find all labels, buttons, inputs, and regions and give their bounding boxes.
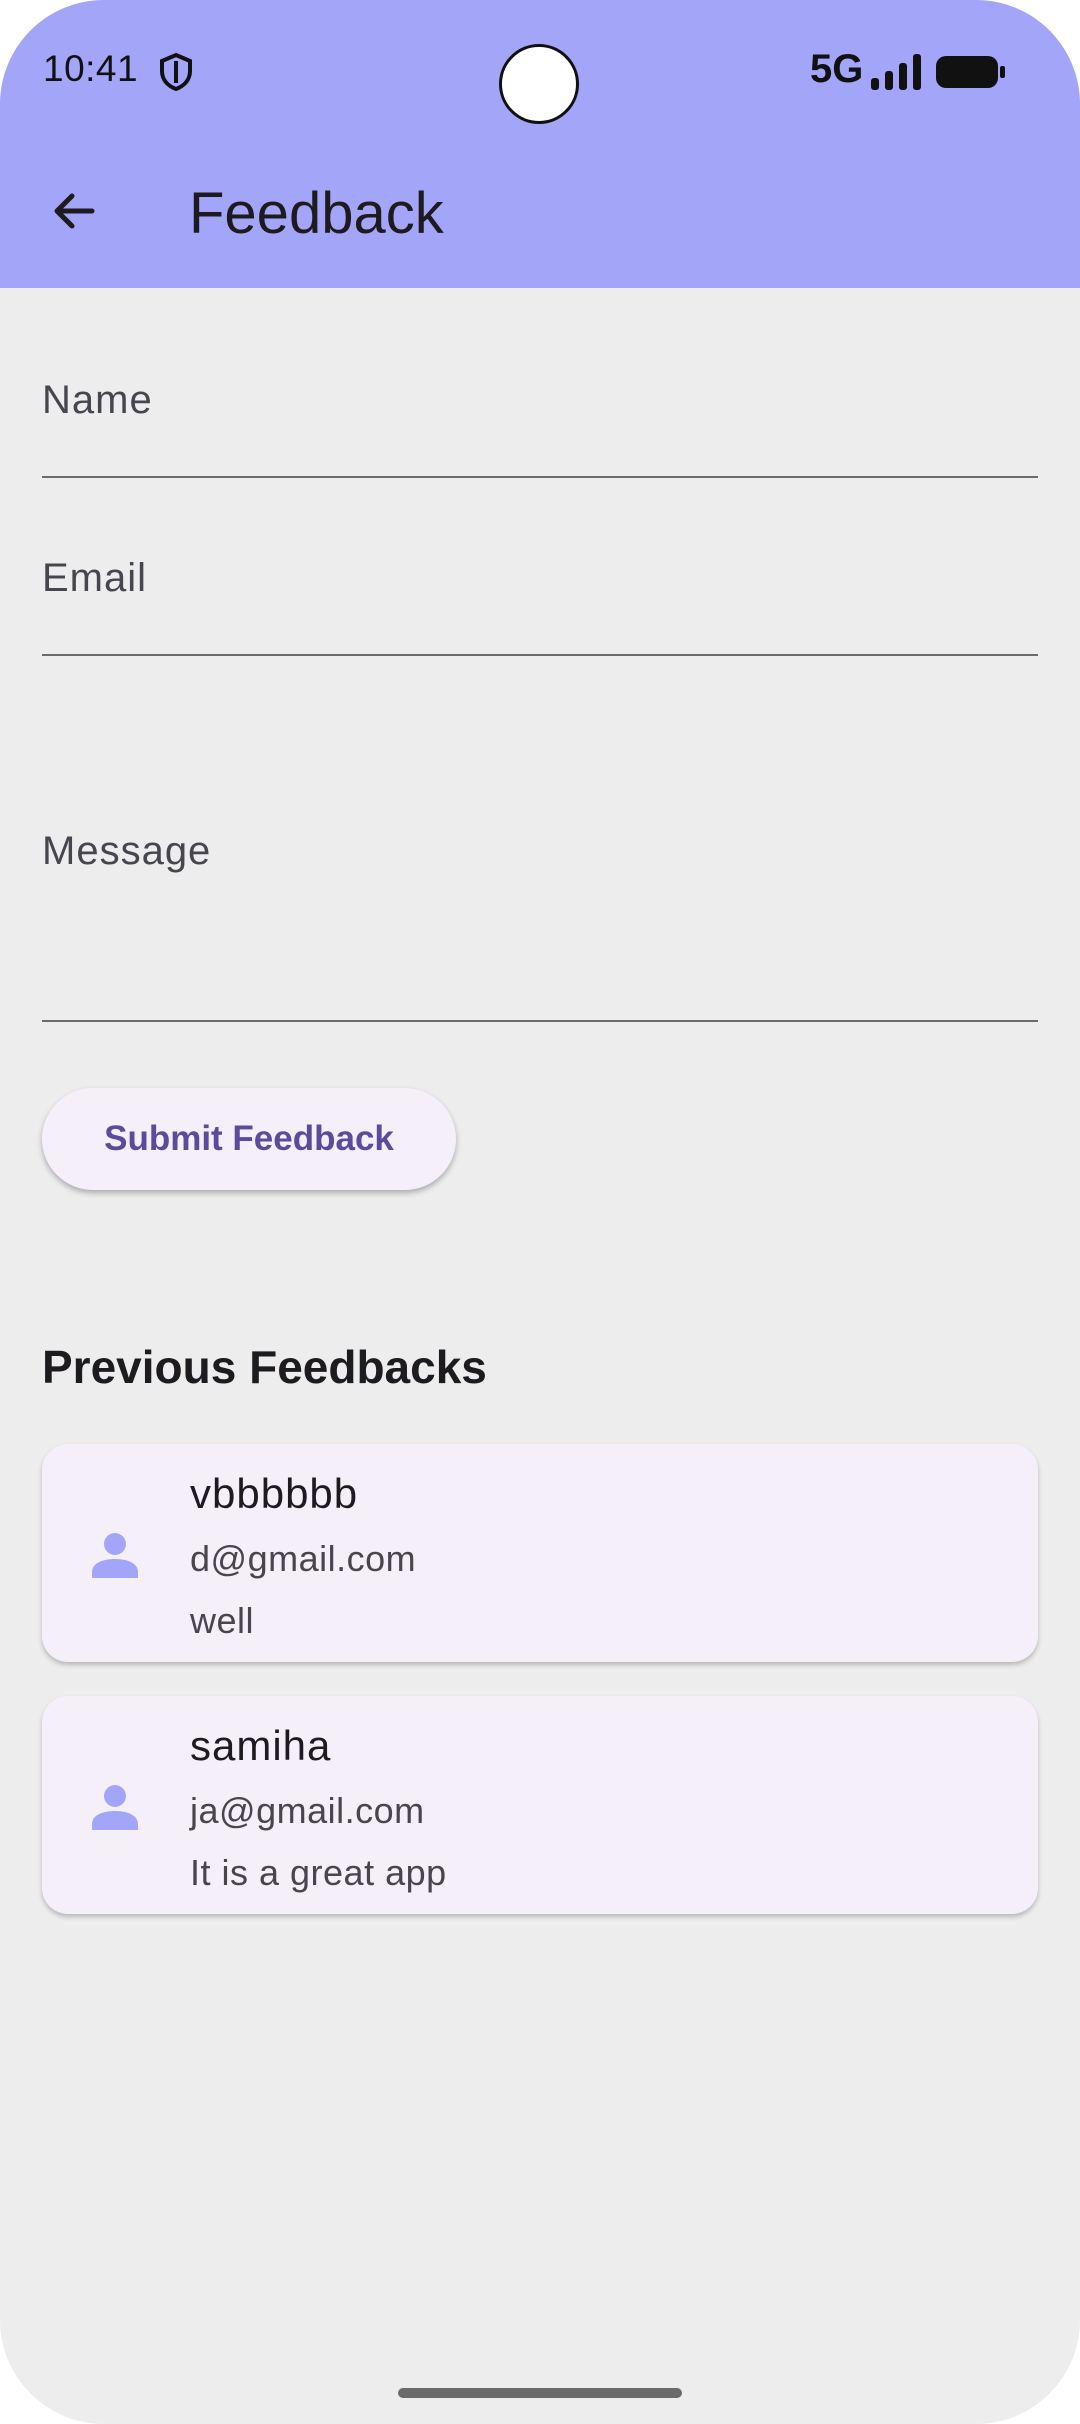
name-field-label: Name [42,378,153,422]
email-field[interactable]: Email [42,550,1038,656]
battery-icon [936,56,1005,88]
signal-icon [871,54,921,90]
feedback-name: vbbbbbb [190,1470,359,1517]
feedback-email: d@gmail.com [190,1538,417,1579]
phone-screen: 10:41 5G Feedback Name Email Message Sub… [0,0,1080,2424]
feedback-card: samiha ja@gmail.com It is a great app [42,1696,1038,1914]
name-field[interactable]: Name [42,372,1038,478]
feedback-card: vbbbbbb d@gmail.com well [42,1444,1038,1662]
feedback-message: well [190,1600,255,1641]
previous-feedbacks-heading: Previous Feedbacks [42,1341,487,1393]
arrow-back-icon[interactable] [44,181,104,241]
person-icon [92,1785,138,1830]
home-indicator[interactable] [398,2388,682,2398]
page-title: Feedback [189,181,444,246]
camera-cutout [499,44,579,124]
status-bar: 10:41 5G [0,0,1080,140]
message-field-label: Message [42,829,212,873]
submit-feedback-button[interactable]: Submit Feedback [42,1088,456,1190]
email-field-label: Email [42,556,148,600]
feedback-message: It is a great app [190,1852,447,1893]
network-type: 5G [810,47,864,91]
feedback-email: ja@gmail.com [190,1790,425,1831]
app-bar: 10:41 5G Feedback [0,0,1080,288]
person-icon [92,1533,138,1578]
shield-icon [160,52,192,92]
message-field[interactable]: Message [42,730,1038,1022]
status-time: 10:41 [43,48,139,89]
feedback-name: samiha [190,1722,332,1769]
